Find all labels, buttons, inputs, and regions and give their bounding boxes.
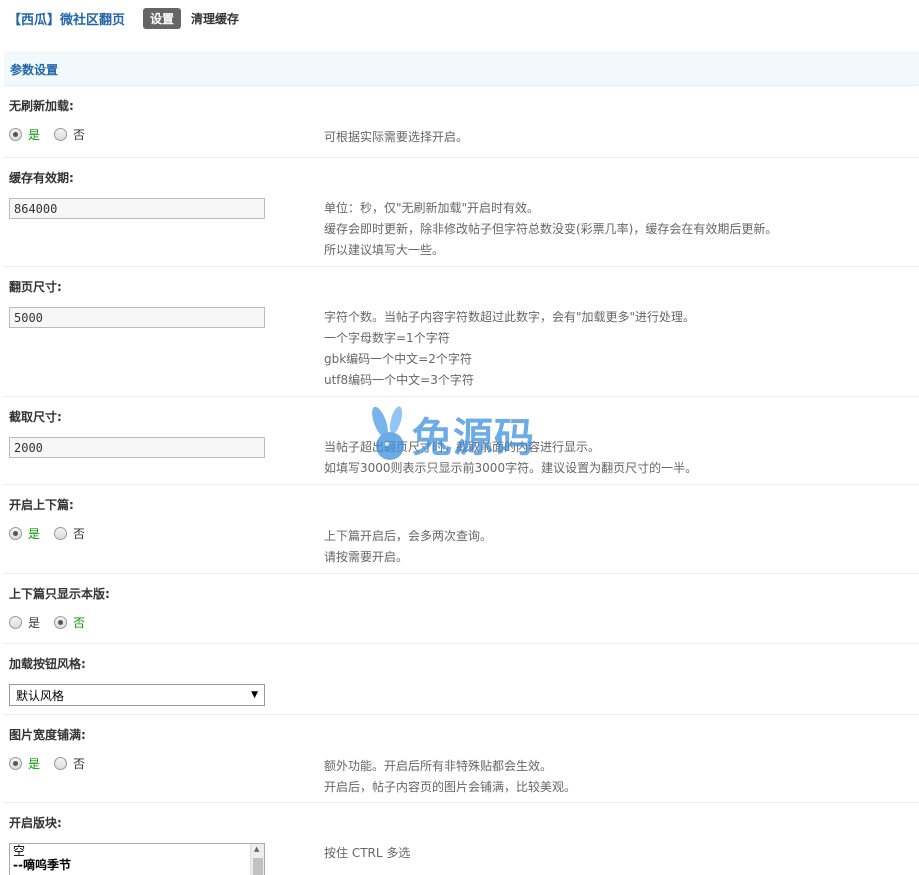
setting-cut-size: 截取尺寸: 当帖子超出翻页尺寸时，截取前面的内容进行显示。 如填写3000则表示… [4, 397, 919, 485]
setting-description: 当帖子超出翻页尺寸时，截取前面的内容进行显示。 如填写3000则表示只显示前30… [324, 440, 698, 475]
cut-size-input[interactable] [9, 437, 265, 458]
tab-settings[interactable]: 设置 [143, 7, 182, 29]
setting-description: 字符个数。当帖子内容字符数超过此数字，会有"加载更多"进行处理。 一个字母数字=… [324, 310, 696, 387]
button-style-select[interactable]: 默认风格 ▼ [9, 684, 265, 706]
setting-description: 单位：秒，仅"无刷新加载"开启时有效。 缓存会即时更新，除非修改帖子但字符总数没… [324, 201, 778, 257]
setting-label: 开启版块: [9, 816, 62, 830]
setting-page-size: 翻页尺寸: 字符个数。当帖子内容字符数超过此数字，会有"加载更多"进行处理。 一… [4, 267, 919, 397]
setting-image-full: 图片宽度铺满: 是 否 额外功能。开启后所有非特殊贴都会生效。 开启后，帖子内容… [4, 715, 919, 803]
chevron-down-icon: ▼ [251, 690, 258, 700]
setting-ajax-load: 无刷新加载: 是 否 可根据实际需要选择开启。 [4, 86, 919, 158]
prev-next-radios: 是 否 [9, 525, 99, 542]
scroll-up-icon[interactable]: ▲ [254, 845, 259, 853]
cache-time-input[interactable] [9, 198, 265, 219]
prev-next-forum-no-radio[interactable]: 否 [54, 614, 85, 631]
setting-prev-next-forum: 上下篇只显示本版: 是 否 [4, 574, 919, 644]
image-full-radios: 是 否 [9, 755, 99, 772]
setting-label: 截取尺寸: [9, 410, 62, 424]
setting-description: 额外功能。开启后所有非特殊贴都会生效。 开启后，帖子内容页的图片会铺满，比较美观… [324, 759, 577, 794]
setting-label: 图片宽度铺满: [9, 728, 86, 742]
page-size-input[interactable] [9, 307, 265, 328]
image-full-yes-radio[interactable]: 是 [9, 755, 40, 772]
image-full-no-radio[interactable]: 否 [54, 755, 85, 772]
setting-cache-time: 缓存有效期: 单位：秒，仅"无刷新加载"开启时有效。 缓存会即时更新，除非修改帖… [4, 158, 919, 267]
forum-option[interactable]: 空 [10, 844, 264, 858]
setting-label: 缓存有效期: [9, 171, 74, 185]
scrollbar[interactable]: ▲ [250, 844, 264, 875]
tab-clear-cache[interactable]: 清理缓存 [191, 10, 239, 27]
section-title: 参数设置 [10, 63, 59, 77]
setting-button-style: 加载按钮风格: 默认风格 ▼ [4, 644, 919, 715]
setting-description: 上下篇开启后，会多两次查询。 请按需要开启。 [324, 529, 493, 564]
scrollbar-thumb[interactable] [253, 858, 263, 875]
setting-description: 按住 CTRL 多选 [324, 846, 411, 860]
setting-label: 上下篇只显示本版: [9, 587, 110, 601]
select-value: 默认风格 [16, 688, 65, 703]
setting-label: 翻页尺寸: [9, 280, 62, 294]
plugin-title: 【西瓜】微社区翻页 [8, 12, 126, 28]
setting-description: 可根据实际需要选择开启。 [324, 130, 469, 144]
prev-next-yes-radio[interactable]: 是 [9, 525, 40, 542]
setting-label: 无刷新加载: [9, 99, 74, 113]
prev-next-forum-yes-radio[interactable]: 是 [9, 614, 40, 631]
prev-next-no-radio[interactable]: 否 [54, 525, 85, 542]
section-header: 参数设置 [4, 51, 919, 86]
setting-forums: 开启版块: 空 --嘀呜季节 ▲ 按住 CTRL 多选 [4, 803, 919, 875]
ajax-load-radios: 是 否 [9, 126, 99, 143]
top-bar: 【西瓜】微社区翻页 设置 清理缓存 [8, 7, 239, 29]
setting-prev-next: 开启上下篇: 是 否 上下篇开启后，会多两次查询。 请按需要开启。 [4, 485, 919, 574]
setting-label: 加载按钮风格: [9, 657, 86, 671]
prev-next-forum-radios: 是 否 [9, 614, 99, 631]
ajax-load-yes-radio[interactable]: 是 [9, 126, 40, 143]
ajax-load-no-radio[interactable]: 否 [54, 126, 85, 143]
forums-multiselect[interactable]: 空 --嘀呜季节 ▲ [9, 843, 265, 875]
forum-option[interactable]: --嘀呜季节 [10, 858, 264, 872]
setting-label: 开启上下篇: [9, 498, 74, 512]
